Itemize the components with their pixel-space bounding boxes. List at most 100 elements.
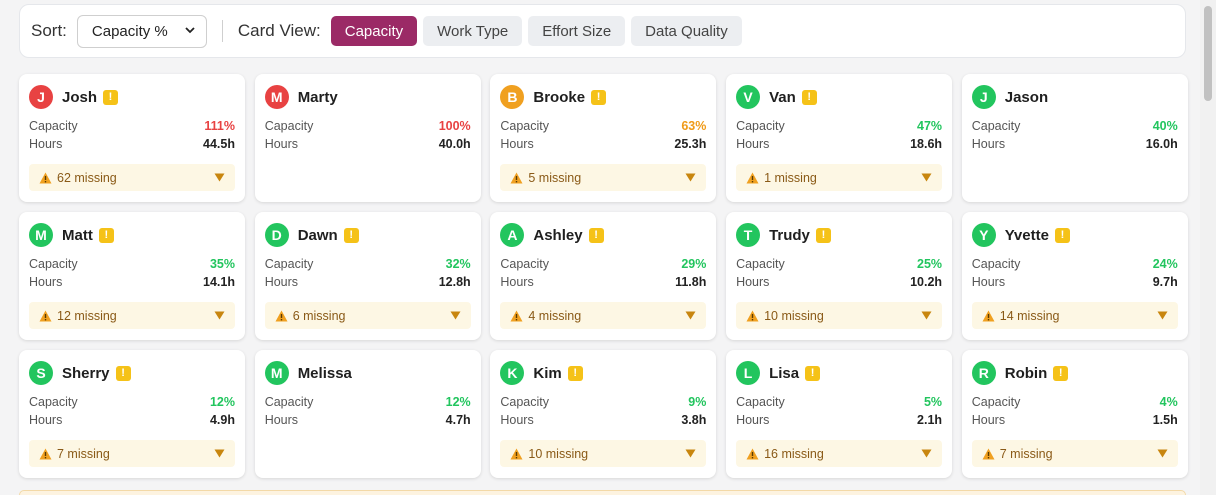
view-button-effort-size[interactable]: Effort Size xyxy=(528,16,626,46)
hours-label: Hours xyxy=(736,137,770,151)
person-card-brooke[interactable]: B Brooke! Capacity 63% Hours 25.3h 5 missing xyxy=(490,74,717,202)
warning-icon: ! xyxy=(1053,365,1069,381)
hours-value: 11.8h xyxy=(675,275,707,289)
hours-row: Hours 14.1h xyxy=(29,273,235,291)
card-header: J Jason xyxy=(971,84,1178,110)
caret-down-icon xyxy=(214,449,225,458)
missing-data-toggle[interactable]: 1 missing xyxy=(736,164,943,191)
capacity-row: Capacity 25% xyxy=(736,255,942,273)
person-card-kim[interactable]: K Kim! Capacity 9% Hours 3.8h 10 missing xyxy=(490,350,717,478)
card-stats: Capacity 35% Hours 14.1h xyxy=(29,255,235,291)
hours-value: 44.5h xyxy=(203,137,235,151)
person-card-jason[interactable]: J Jason Capacity 40% Hours 16.0h xyxy=(961,74,1188,202)
missing-count: 10 missing xyxy=(764,308,824,323)
hours-row: Hours 40.0h xyxy=(265,135,471,153)
person-card-sherry[interactable]: S Sherry! Capacity 12% Hours 4.9h 7 missing xyxy=(19,350,245,478)
person-card-trudy[interactable]: T Trudy! Capacity 25% Hours 10.2h 10 missing xyxy=(726,212,953,340)
capacity-label: Capacity xyxy=(500,257,550,271)
person-card-dawn[interactable]: D Dawn! Capacity 32% Hours 12.8h 6 missing xyxy=(254,212,481,340)
card-view-label: Card View: xyxy=(237,21,321,40)
hours-label: Hours xyxy=(29,275,63,289)
person-card-ashley[interactable]: A Ashley! Capacity 29% Hours 11.8h 4 missing xyxy=(490,212,717,340)
capacity-value: 5% xyxy=(923,395,943,409)
card-header: Y Yvette! xyxy=(971,222,1178,248)
warning-icon: ! xyxy=(98,227,114,243)
hours-value: 4.9h xyxy=(209,413,235,427)
missing-data-toggle[interactable]: 6 missing xyxy=(264,302,471,329)
missing-data-toggle[interactable]: 4 missing xyxy=(500,302,707,329)
person-card-robin[interactable]: R Robin! Capacity 4% Hours 1.5h 7 missing xyxy=(961,350,1188,478)
hours-label: Hours xyxy=(500,275,534,289)
capacity-label: Capacity xyxy=(264,119,314,133)
capacity-row: Capacity 63% xyxy=(500,117,706,135)
card-stats: Capacity 12% Hours 4.9h xyxy=(29,393,235,429)
view-button-data-quality[interactable]: Data Quality xyxy=(631,16,742,46)
person-card-josh[interactable]: J Josh! Capacity 111% Hours 44.5h 62 missing xyxy=(19,74,245,202)
person-card-matt[interactable]: M Matt! Capacity 35% Hours 14.1h 12 missing xyxy=(19,212,245,340)
missing-data-toggle[interactable]: 12 missing xyxy=(29,302,235,329)
person-name: Trudy xyxy=(769,226,810,244)
person-card-van[interactable]: V Van! Capacity 47% Hours 18.6h 1 missing xyxy=(726,74,953,202)
capacity-label: Capacity xyxy=(736,119,785,133)
warning-icon: ! xyxy=(567,365,583,381)
hours-label: Hours xyxy=(500,413,534,427)
toolbar-divider xyxy=(221,20,223,42)
capacity-value: 111% xyxy=(204,119,235,133)
capacity-value: 25% xyxy=(917,257,943,271)
card-stats: Capacity 29% Hours 11.8h xyxy=(500,255,706,291)
missing-data-toggle[interactable]: 10 missing xyxy=(736,302,943,329)
sort-select[interactable]: Capacity % xyxy=(76,14,207,48)
card-stats: Capacity 12% Hours 4.7h xyxy=(265,393,471,429)
capacity-card-grid: J Josh! Capacity 111% Hours 44.5h 62 missing M M… xyxy=(19,74,1188,478)
person-name: Matt xyxy=(62,226,93,244)
hours-row: Hours 25.3h xyxy=(500,135,706,153)
warning-icon: ! xyxy=(588,227,604,243)
missing-data-toggle[interactable]: 10 missing xyxy=(500,440,707,467)
capacity-label: Capacity xyxy=(500,119,550,133)
person-card-lisa[interactable]: L Lisa! Capacity 5% Hours 2.1h 16 missing xyxy=(726,350,953,478)
view-button-work-type[interactable]: Work Type xyxy=(423,16,523,46)
warning-triangle-icon xyxy=(275,310,288,322)
card-header: M Marty xyxy=(264,84,471,110)
hours-value: 2.1h xyxy=(917,413,943,427)
warning-triangle-icon xyxy=(39,310,52,322)
warning-triangle-icon xyxy=(39,448,52,460)
missing-data-toggle[interactable]: 5 missing xyxy=(500,164,707,191)
warning-icon: ! xyxy=(343,227,359,243)
missing-count: 5 missing xyxy=(528,170,582,185)
person-card-marty[interactable]: M Marty Capacity 100% Hours 40.0h xyxy=(254,74,481,202)
avatar: M xyxy=(264,85,289,109)
person-card-melissa[interactable]: M Melissa Capacity 12% Hours 4.7h xyxy=(254,350,481,478)
capacity-value: 12% xyxy=(445,395,471,409)
caret-down-icon xyxy=(921,449,932,458)
person-name: Kim xyxy=(533,364,562,382)
card-stats: Capacity 9% Hours 3.8h xyxy=(500,393,706,429)
missing-data-toggle[interactable]: 16 missing xyxy=(736,440,943,467)
card-stats: Capacity 47% Hours 18.6h xyxy=(736,117,942,153)
chevron-down-icon xyxy=(184,23,196,40)
avatar: R xyxy=(971,361,996,385)
person-card-yvette[interactable]: Y Yvette! Capacity 24% Hours 9.7h 14 missing xyxy=(961,212,1188,340)
hours-row: Hours 4.7h xyxy=(265,411,471,429)
warning-icon: ! xyxy=(591,89,607,105)
hours-value: 4.7h xyxy=(445,413,471,427)
scrollbar-thumb[interactable] xyxy=(1204,6,1212,101)
hours-value: 16.0h xyxy=(1145,137,1178,151)
missing-count: 10 missing xyxy=(528,446,589,461)
missing-data-toggle[interactable]: 62 missing xyxy=(29,164,235,191)
card-stats: Capacity 32% Hours 12.8h xyxy=(265,255,471,291)
capacity-row: Capacity 12% xyxy=(29,393,235,411)
warning-icon: ! xyxy=(805,365,821,381)
missing-count: 12 missing xyxy=(57,308,117,323)
missing-data-toggle[interactable]: 7 missing xyxy=(29,440,235,467)
hours-row: Hours 3.8h xyxy=(500,411,706,429)
missing-count: 7 missing xyxy=(57,446,110,461)
missing-data-toggle[interactable]: 7 missing xyxy=(971,440,1178,467)
missing-data-toggle[interactable]: 14 missing xyxy=(971,302,1178,329)
capacity-value: 40% xyxy=(1152,119,1178,133)
scrollbar[interactable] xyxy=(1200,0,1216,495)
capacity-label: Capacity xyxy=(264,395,314,409)
hours-value: 12.8h xyxy=(438,275,471,289)
capacity-row: Capacity 111% xyxy=(29,117,235,135)
view-button-capacity[interactable]: Capacity xyxy=(330,16,418,46)
